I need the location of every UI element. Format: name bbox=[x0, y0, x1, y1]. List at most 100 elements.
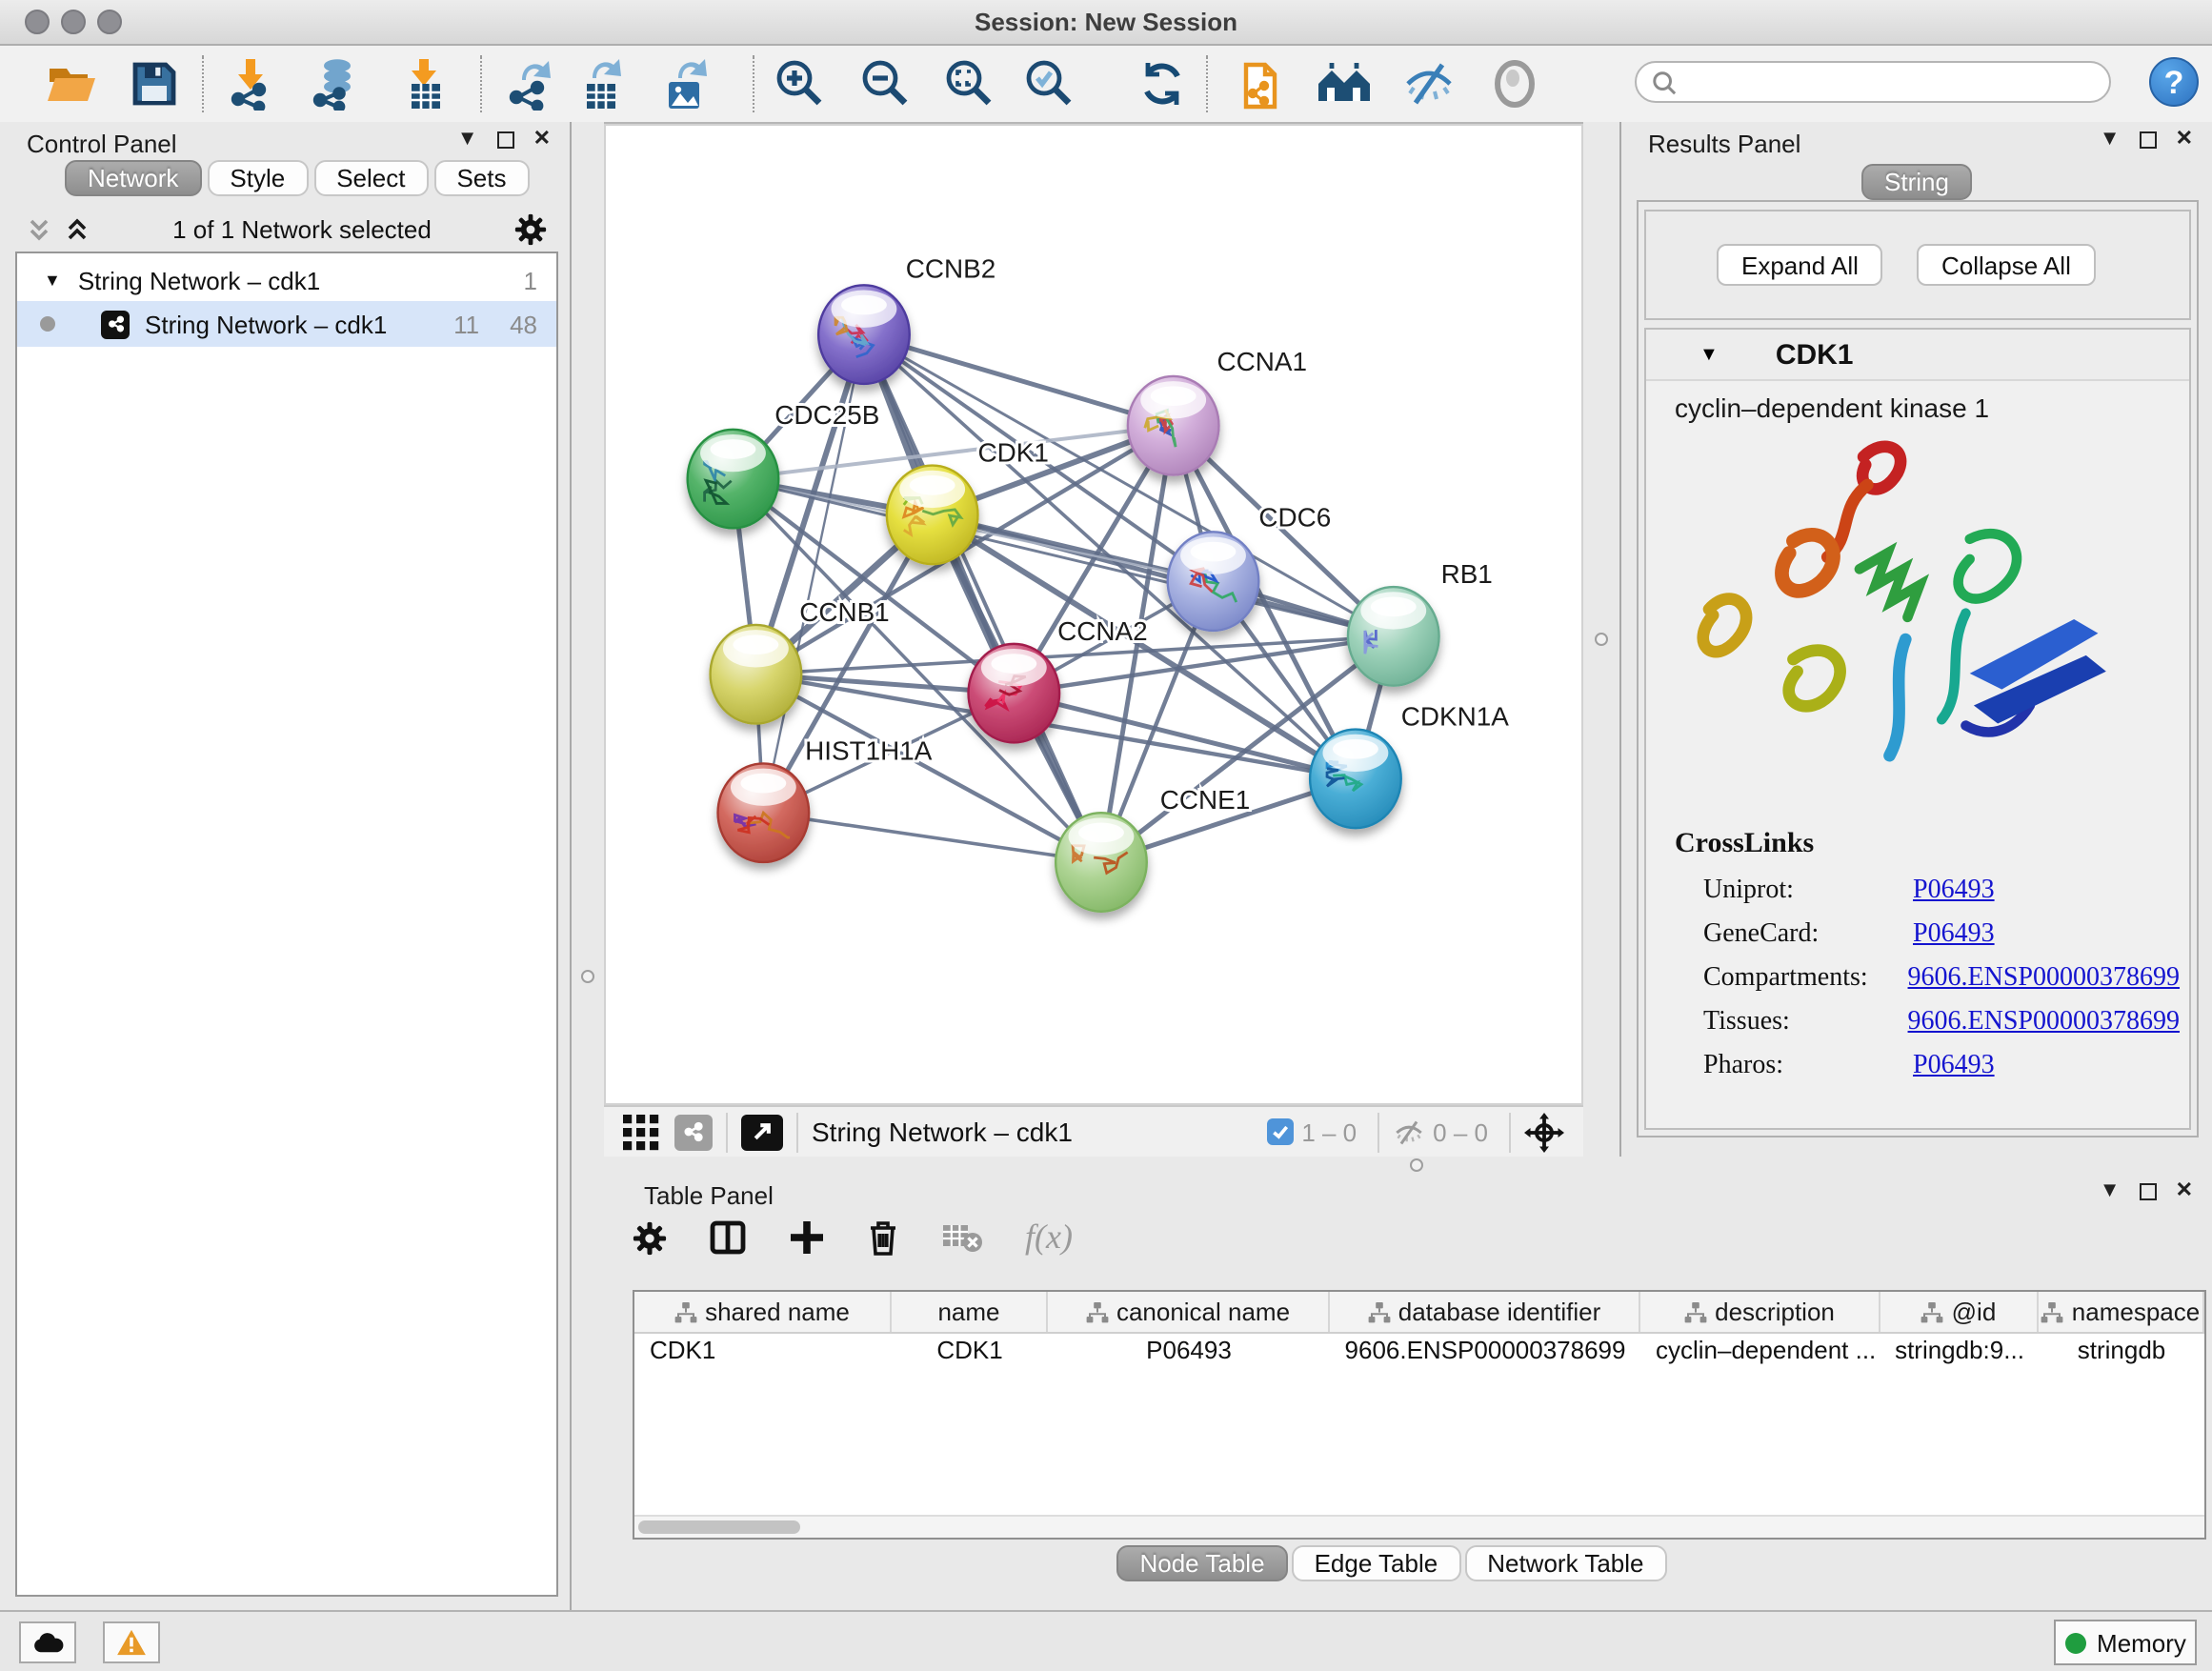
tab-network-table[interactable]: Network Table bbox=[1464, 1545, 1666, 1581]
crosslink-link[interactable]: P06493 bbox=[1913, 876, 1995, 906]
scrollbar-thumb[interactable] bbox=[638, 1520, 800, 1534]
crosslink-link[interactable]: P06493 bbox=[1913, 1051, 1995, 1081]
network-node-CCNB1[interactable] bbox=[711, 625, 802, 724]
show-panel-eye-icon[interactable] bbox=[1486, 57, 1543, 111]
crosslink-link[interactable]: 9606.ENSP00000378699 bbox=[1908, 963, 2180, 994]
gear-icon[interactable] bbox=[514, 212, 547, 245]
refresh-layout-icon[interactable] bbox=[1134, 57, 1191, 111]
horizontal-splitter[interactable] bbox=[572, 1157, 2212, 1172]
import-database-icon[interactable] bbox=[307, 57, 364, 111]
panel-maximize-icon[interactable] bbox=[2140, 1183, 2157, 1200]
network-node-RB1[interactable] bbox=[1348, 587, 1439, 686]
open-in-browser-icon[interactable] bbox=[741, 1114, 783, 1150]
panel-float-icon[interactable]: ▼ bbox=[2100, 130, 2121, 151]
splitter-handle[interactable] bbox=[1595, 633, 1608, 646]
tab-edge-table[interactable]: Edge Table bbox=[1292, 1545, 1461, 1581]
network-edge-CDK1-RB1[interactable] bbox=[933, 514, 1394, 636]
network-node-CCNA2[interactable] bbox=[969, 644, 1060, 743]
network-canvas[interactable]: CCNB2CCNA1CDC25BCDK1CDC6RB1CCNB1CCNA2CDK… bbox=[604, 124, 1583, 1105]
network-edge-CCNB2-CCNA1[interactable] bbox=[864, 334, 1174, 426]
panel-close-icon[interactable]: ✕ bbox=[2176, 130, 2193, 151]
import-table-icon[interactable] bbox=[396, 57, 453, 111]
open-session-icon[interactable] bbox=[42, 57, 99, 111]
export-table-icon[interactable] bbox=[573, 57, 631, 111]
zoom-out-icon[interactable] bbox=[857, 57, 915, 111]
document-share-icon[interactable] bbox=[1235, 57, 1292, 111]
selected-checkbox-icon[interactable] bbox=[1267, 1118, 1294, 1145]
hidden-eye-slash-icon[interactable] bbox=[1393, 1117, 1425, 1146]
network-node-CCNA1[interactable] bbox=[1128, 376, 1219, 475]
tab-sets[interactable]: Sets bbox=[433, 160, 529, 196]
table-cell-namespace[interactable]: stringdb bbox=[2039, 1336, 2204, 1364]
network-node-CDKN1A[interactable] bbox=[1310, 730, 1401, 829]
zoom-in-icon[interactable] bbox=[772, 57, 829, 111]
cloud-status-button[interactable] bbox=[19, 1621, 76, 1663]
column-header-name[interactable]: name bbox=[892, 1292, 1048, 1332]
import-network-icon[interactable] bbox=[223, 57, 280, 111]
save-session-icon[interactable] bbox=[126, 57, 183, 111]
table-h-scrollbar[interactable] bbox=[634, 1515, 2204, 1538]
right-splitter[interactable] bbox=[1583, 122, 1619, 1157]
splitter-handle[interactable] bbox=[581, 970, 594, 983]
tab-select[interactable]: Select bbox=[313, 160, 428, 196]
grid-view-icon[interactable] bbox=[623, 1114, 659, 1150]
panel-float-icon[interactable]: ▼ bbox=[2100, 1181, 2121, 1202]
network-node-CDK1[interactable] bbox=[887, 466, 978, 565]
crosslink-link[interactable]: P06493 bbox=[1913, 919, 1995, 950]
table-cell-name[interactable]: CDK1 bbox=[892, 1336, 1048, 1364]
table-cell-shared-name[interactable]: CDK1 bbox=[634, 1336, 892, 1364]
panel-float-icon[interactable]: ▼ bbox=[457, 130, 478, 151]
table-cell-@id[interactable]: stringdb:9... bbox=[1880, 1336, 2039, 1364]
search-field[interactable] bbox=[1635, 61, 2111, 103]
network-edge-HIST1H1A-CCNE1[interactable] bbox=[763, 813, 1101, 862]
column-header-shared-name[interactable]: shared name bbox=[634, 1292, 892, 1332]
warnings-button[interactable] bbox=[103, 1621, 160, 1663]
expand-all-button[interactable]: Expand All bbox=[1717, 244, 1883, 286]
column-header-database-identifier[interactable]: database identifier bbox=[1330, 1292, 1640, 1332]
memory-button[interactable]: Memory bbox=[2054, 1620, 2197, 1665]
delete-column-trash-icon[interactable] bbox=[867, 1219, 899, 1256]
search-input[interactable] bbox=[1677, 67, 2109, 97]
left-splitter[interactable] bbox=[572, 122, 604, 1157]
column-header-namespace[interactable]: namespace bbox=[2039, 1292, 2204, 1332]
column-header-@id[interactable]: @id bbox=[1880, 1292, 2039, 1332]
zoom-fit-icon[interactable] bbox=[941, 57, 998, 111]
fit-content-crosshair-icon[interactable] bbox=[1524, 1112, 1564, 1152]
string-view-icon[interactable] bbox=[674, 1114, 713, 1150]
collapse-all-icon[interactable] bbox=[27, 216, 51, 241]
add-column-icon[interactable] bbox=[789, 1219, 825, 1256]
table-cell-database-identifier[interactable]: 9606.ENSP00000378699 bbox=[1330, 1336, 1640, 1364]
delete-table-icon[interactable] bbox=[941, 1221, 983, 1254]
network-node-HIST1H1A[interactable] bbox=[718, 763, 810, 862]
table-cell-description[interactable]: cyclin–dependent ... bbox=[1640, 1336, 1880, 1364]
tab-string[interactable]: String bbox=[1861, 164, 1972, 200]
show-columns-icon[interactable] bbox=[709, 1219, 747, 1256]
gene-header[interactable]: ▼ CDK1 bbox=[1646, 330, 2189, 381]
network-node-CCNB2[interactable] bbox=[818, 285, 910, 384]
tab-style[interactable]: Style bbox=[207, 160, 308, 196]
panel-close-icon[interactable]: ✕ bbox=[2176, 1181, 2193, 1202]
collapse-all-button[interactable]: Collapse All bbox=[1917, 244, 2096, 286]
tab-network[interactable]: Network bbox=[65, 160, 201, 196]
network-node-CDC6[interactable] bbox=[1168, 532, 1259, 631]
tab-node-table[interactable]: Node Table bbox=[1116, 1545, 1287, 1581]
panel-maximize-icon[interactable] bbox=[2140, 131, 2157, 149]
network-collection-row[interactable]: ▼ String Network – cdk1 1 bbox=[17, 253, 556, 301]
column-header-canonical-name[interactable]: canonical name bbox=[1048, 1292, 1330, 1332]
expand-all-icon[interactable] bbox=[65, 216, 90, 241]
function-builder-fx[interactable]: f(x) bbox=[1025, 1218, 1073, 1258]
home-icon[interactable] bbox=[1317, 57, 1374, 111]
export-network-icon[interactable] bbox=[503, 57, 560, 111]
gene-expand-caret[interactable]: ▼ bbox=[1699, 344, 1719, 365]
splitter-handle[interactable] bbox=[1410, 1158, 1423, 1172]
network-row-selected[interactable]: String Network – cdk1 11 48 bbox=[17, 301, 556, 347]
crosslink-link[interactable]: 9606.ENSP00000378699 bbox=[1908, 1007, 2180, 1037]
network-node-CDC25B[interactable] bbox=[688, 430, 779, 529]
export-image-icon[interactable] bbox=[657, 57, 714, 111]
table-cell-canonical-name[interactable]: P06493 bbox=[1048, 1336, 1330, 1364]
help-icon[interactable]: ? bbox=[2149, 57, 2199, 107]
column-header-description[interactable]: description bbox=[1640, 1292, 1880, 1332]
table-row[interactable]: CDK1CDK1P064939606.ENSP00000378699cyclin… bbox=[634, 1334, 2204, 1366]
collection-expand-caret[interactable]: ▼ bbox=[44, 271, 61, 290]
zoom-selected-icon[interactable] bbox=[1021, 57, 1078, 111]
